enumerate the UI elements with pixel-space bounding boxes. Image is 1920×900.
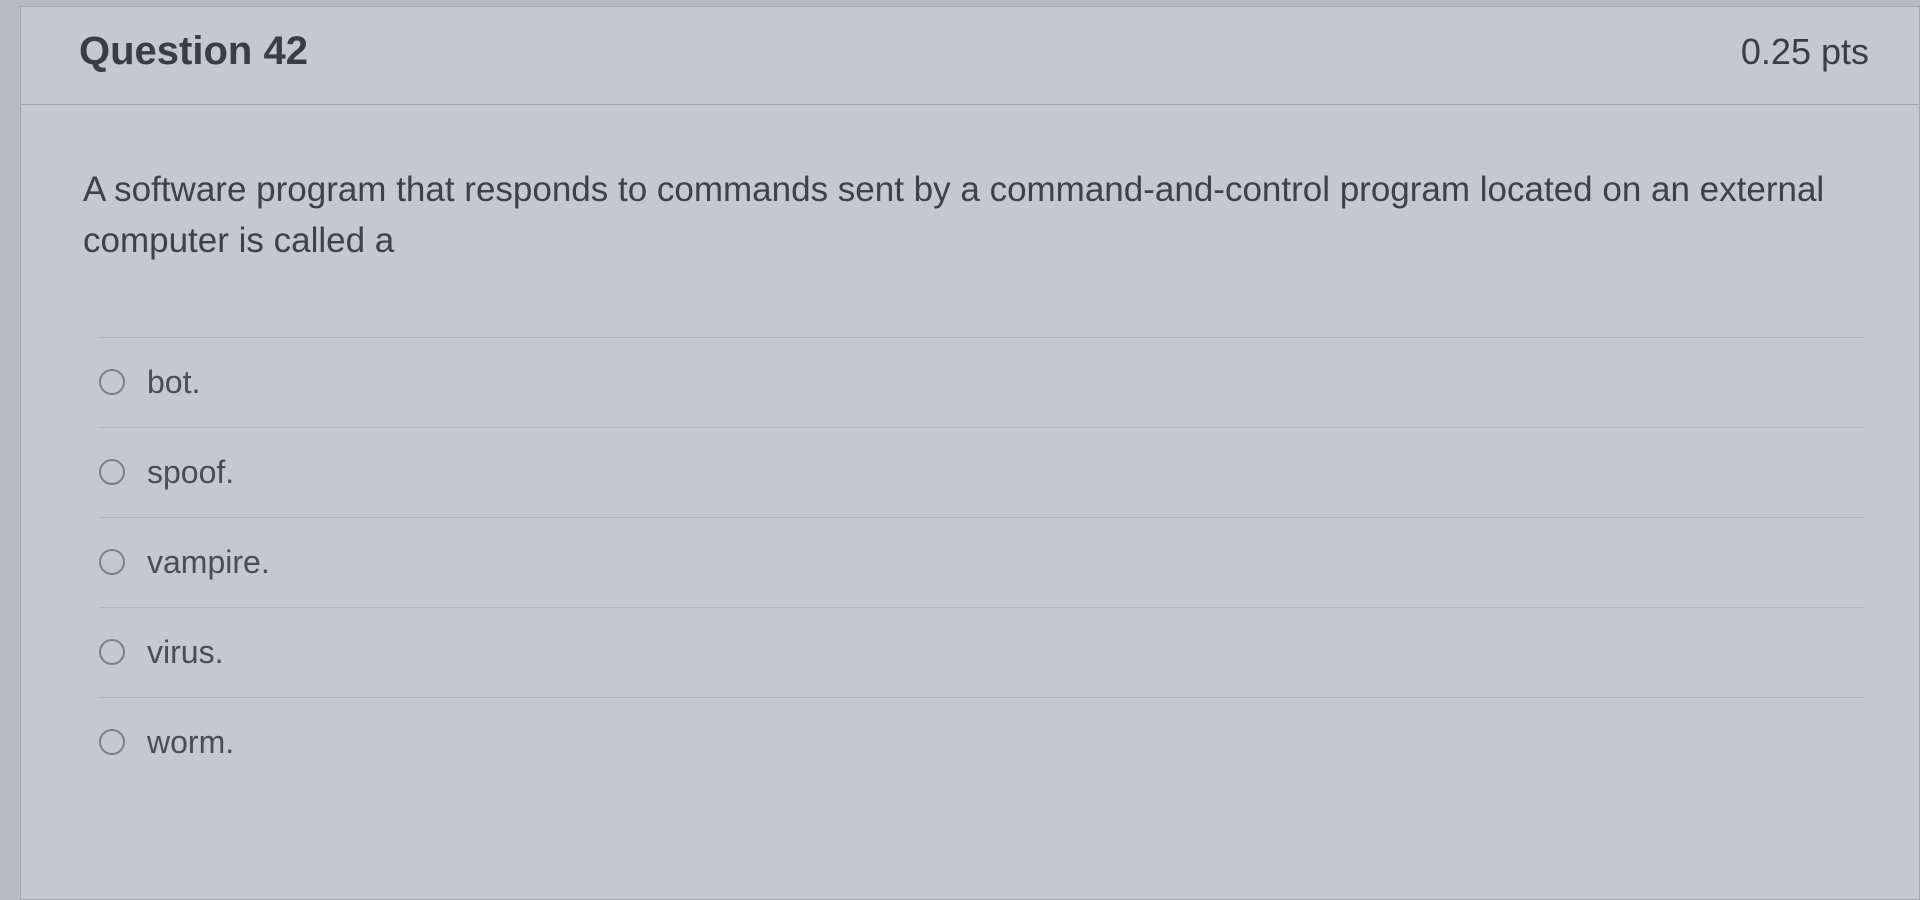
radio-input-worm[interactable] xyxy=(99,729,125,755)
option-row[interactable]: bot. xyxy=(99,337,1864,427)
radio-input-spoof[interactable] xyxy=(99,459,125,485)
option-row[interactable]: worm. xyxy=(99,697,1864,771)
question-points: 0.25 pts xyxy=(1741,31,1869,73)
question-body: A software program that responds to comm… xyxy=(21,105,1919,781)
radio-input-virus[interactable] xyxy=(99,639,125,665)
option-row[interactable]: virus. xyxy=(99,607,1864,697)
options-list: bot. spoof. vampire. virus. worm. xyxy=(83,337,1864,771)
question-card: Question 42 0.25 pts A software program … xyxy=(20,6,1920,900)
option-label[interactable]: virus. xyxy=(147,634,223,671)
question-header: Question 42 0.25 pts xyxy=(21,7,1919,105)
option-label[interactable]: vampire. xyxy=(147,544,270,581)
option-row[interactable]: vampire. xyxy=(99,517,1864,607)
radio-input-vampire[interactable] xyxy=(99,549,125,575)
option-label[interactable]: worm. xyxy=(147,724,234,761)
radio-input-bot[interactable] xyxy=(99,369,125,395)
option-label[interactable]: bot. xyxy=(147,364,200,401)
question-prompt: A software program that responds to comm… xyxy=(83,165,1864,267)
option-label[interactable]: spoof. xyxy=(147,454,234,491)
question-title: Question 42 xyxy=(79,29,308,74)
option-row[interactable]: spoof. xyxy=(99,427,1864,517)
